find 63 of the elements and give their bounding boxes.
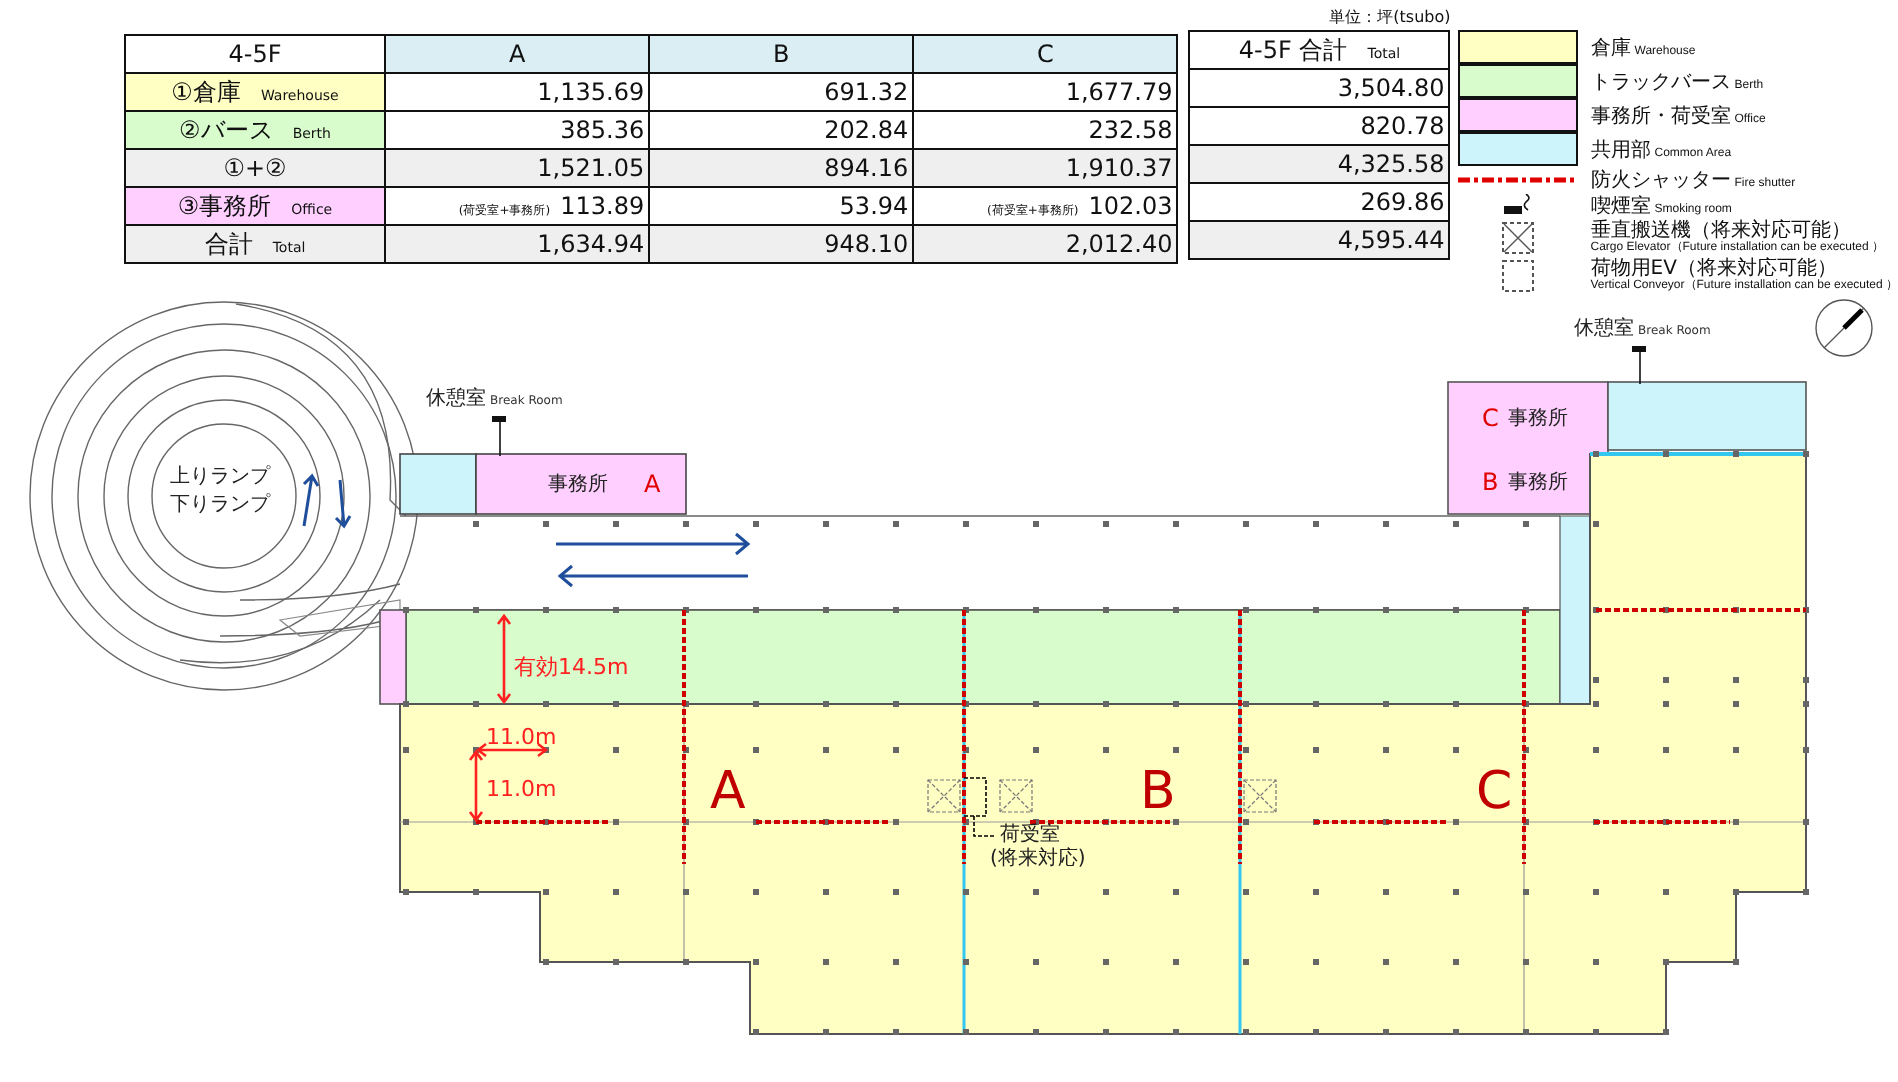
area-value: 1,677.79 — [1065, 78, 1173, 106]
office-label: 事務所 — [1508, 408, 1568, 430]
legend-label: 防火シャッター — [1590, 167, 1731, 193]
ramp-arrow — [302, 473, 352, 529]
clear-height-label: 有効14.5m — [514, 654, 629, 680]
row-label: ①倉庫 — [171, 77, 241, 105]
span-label: 11.0m — [486, 724, 557, 750]
table-header-cell: 4-5F — [125, 35, 386, 73]
office-zone-label: C — [1482, 404, 1499, 432]
table-cell: 820.78 — [1189, 107, 1450, 145]
area-value: 1,521.05 — [537, 154, 645, 182]
area-value: 202.84 — [824, 116, 909, 144]
legend-label: 垂直搬送機（将来対応可能） — [1590, 221, 1851, 241]
area-value: 1,135.69 — [537, 78, 645, 106]
zone-label: B — [1140, 762, 1176, 822]
legend-label: 荷物用EV（将来対応可能） — [1590, 259, 1837, 279]
unit-label: 単位：坪(tsubo) — [1329, 6, 1451, 30]
legend-label: 喫煙室 — [1590, 193, 1651, 219]
ramp-label: 下りランプ — [170, 494, 270, 516]
table-header-cell: B — [649, 35, 914, 73]
row-label: ②バース — [179, 115, 273, 143]
zone-label: C — [1476, 762, 1513, 822]
area-value: 691.32 — [824, 78, 909, 106]
table-header-cell: A — [385, 35, 650, 73]
area-value: 113.89 — [560, 192, 645, 220]
row-label: ③事務所 — [177, 191, 272, 219]
office-label: 事務所 — [548, 474, 608, 496]
fire-shutter-icon — [1458, 175, 1579, 183]
office-zone-label: B — [1482, 468, 1499, 496]
legend-label: 共用部 — [1590, 137, 1651, 163]
area-value: 53.94 — [839, 192, 909, 220]
receiving-room-label: 荷受室 — [1000, 824, 1060, 846]
area-value: 1,910.37 — [1065, 154, 1173, 182]
area-value: 232.58 — [1088, 116, 1173, 144]
legend-label: トラックバース — [1590, 69, 1731, 95]
cargo-elevator-icon — [1502, 221, 1535, 253]
ramp-label: 上りランプ — [170, 466, 270, 488]
table-cell: 269.86 — [1189, 183, 1450, 221]
row-label: ①+② — [223, 154, 287, 182]
table-header-cell: C — [913, 35, 1178, 73]
table-cell: 4,595.44 — [1189, 221, 1450, 259]
area-value: 102.03 — [1088, 192, 1173, 220]
conveyor-icon — [1502, 259, 1535, 291]
office-label: 事務所 — [1508, 472, 1568, 494]
office-zone-label: A — [644, 470, 661, 498]
zone-label: A — [710, 762, 746, 822]
table-cell: 3,504.80 — [1189, 69, 1450, 107]
area-value: 1,634.94 — [537, 230, 645, 258]
legend-label: 事務所・荷受室 — [1590, 103, 1731, 129]
area-value: 894.16 — [824, 154, 909, 182]
span-label: 11.0m — [486, 776, 557, 802]
area-value: 385.36 — [560, 116, 645, 144]
row-label: 合計 — [204, 229, 253, 257]
receiving-room-note: (将来対応) — [990, 848, 1086, 870]
break-room-label: 休憩室 — [426, 388, 486, 410]
legend-label: 倉庫 — [1590, 35, 1631, 61]
area-value: 2,012.40 — [1065, 230, 1173, 258]
compass-icon — [1815, 299, 1873, 357]
area-value: 948.10 — [824, 230, 909, 258]
dimension-arrow — [496, 613, 512, 705]
total-heading: 4-5F 合計 — [1238, 35, 1348, 63]
table-cell: 4,325.58 — [1189, 145, 1450, 183]
break-room-label: 休憩室 — [1574, 318, 1634, 340]
